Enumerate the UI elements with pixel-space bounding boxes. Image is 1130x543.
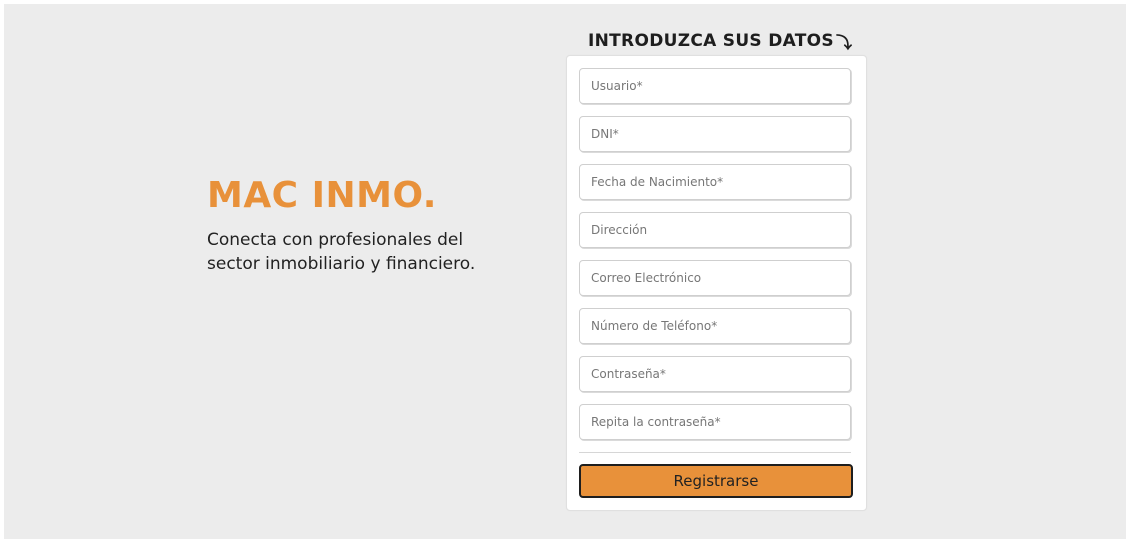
form-divider bbox=[579, 452, 851, 453]
form-heading-text: INTRODUZCA SUS DATOS bbox=[588, 31, 834, 51]
email-field[interactable] bbox=[579, 260, 851, 296]
phone-field[interactable] bbox=[579, 308, 851, 344]
repeat-password-field[interactable] bbox=[579, 404, 851, 440]
registration-form-card: Registrarse bbox=[566, 55, 867, 511]
password-field[interactable] bbox=[579, 356, 851, 392]
brand-tagline: Conecta con profesionales del sector inm… bbox=[207, 230, 476, 274]
address-field[interactable] bbox=[579, 212, 851, 248]
brand-title: MAC INMO. bbox=[207, 175, 437, 216]
username-field[interactable] bbox=[579, 68, 851, 104]
dni-field[interactable] bbox=[579, 116, 851, 152]
birthdate-field[interactable] bbox=[579, 164, 851, 200]
brand-block: MAC INMO. Conecta con profesionales del … bbox=[207, 174, 547, 276]
form-heading: INTRODUZCA SUS DATOS ⤵ bbox=[588, 30, 852, 52]
page-background: MAC INMO. Conecta con profesionales del … bbox=[4, 4, 1126, 539]
arrow-down-turn-icon: ⤵ bbox=[835, 33, 853, 52]
register-button[interactable]: Registrarse bbox=[579, 464, 853, 498]
